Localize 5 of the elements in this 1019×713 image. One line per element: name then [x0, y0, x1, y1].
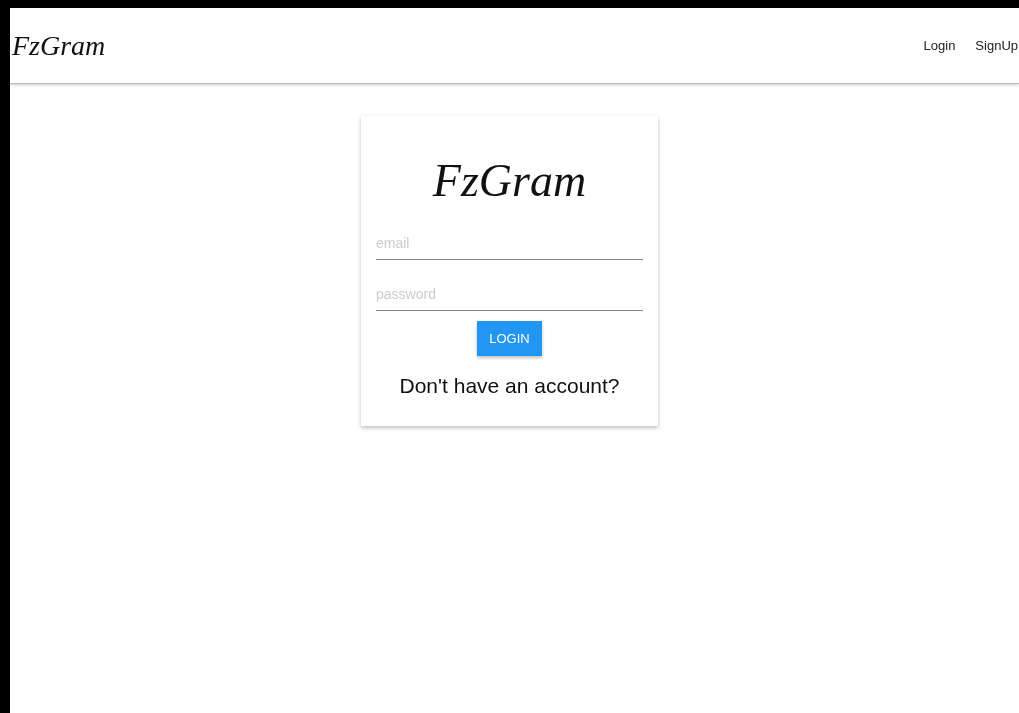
card-logo: FzGram — [432, 154, 587, 207]
nav-link[interactable]: SignUp — [975, 38, 1018, 53]
no-account-link[interactable]: Don't have an account? — [399, 374, 620, 398]
brand-logo[interactable]: FzGram — [12, 29, 106, 62]
nav-link[interactable]: Login — [923, 38, 956, 53]
